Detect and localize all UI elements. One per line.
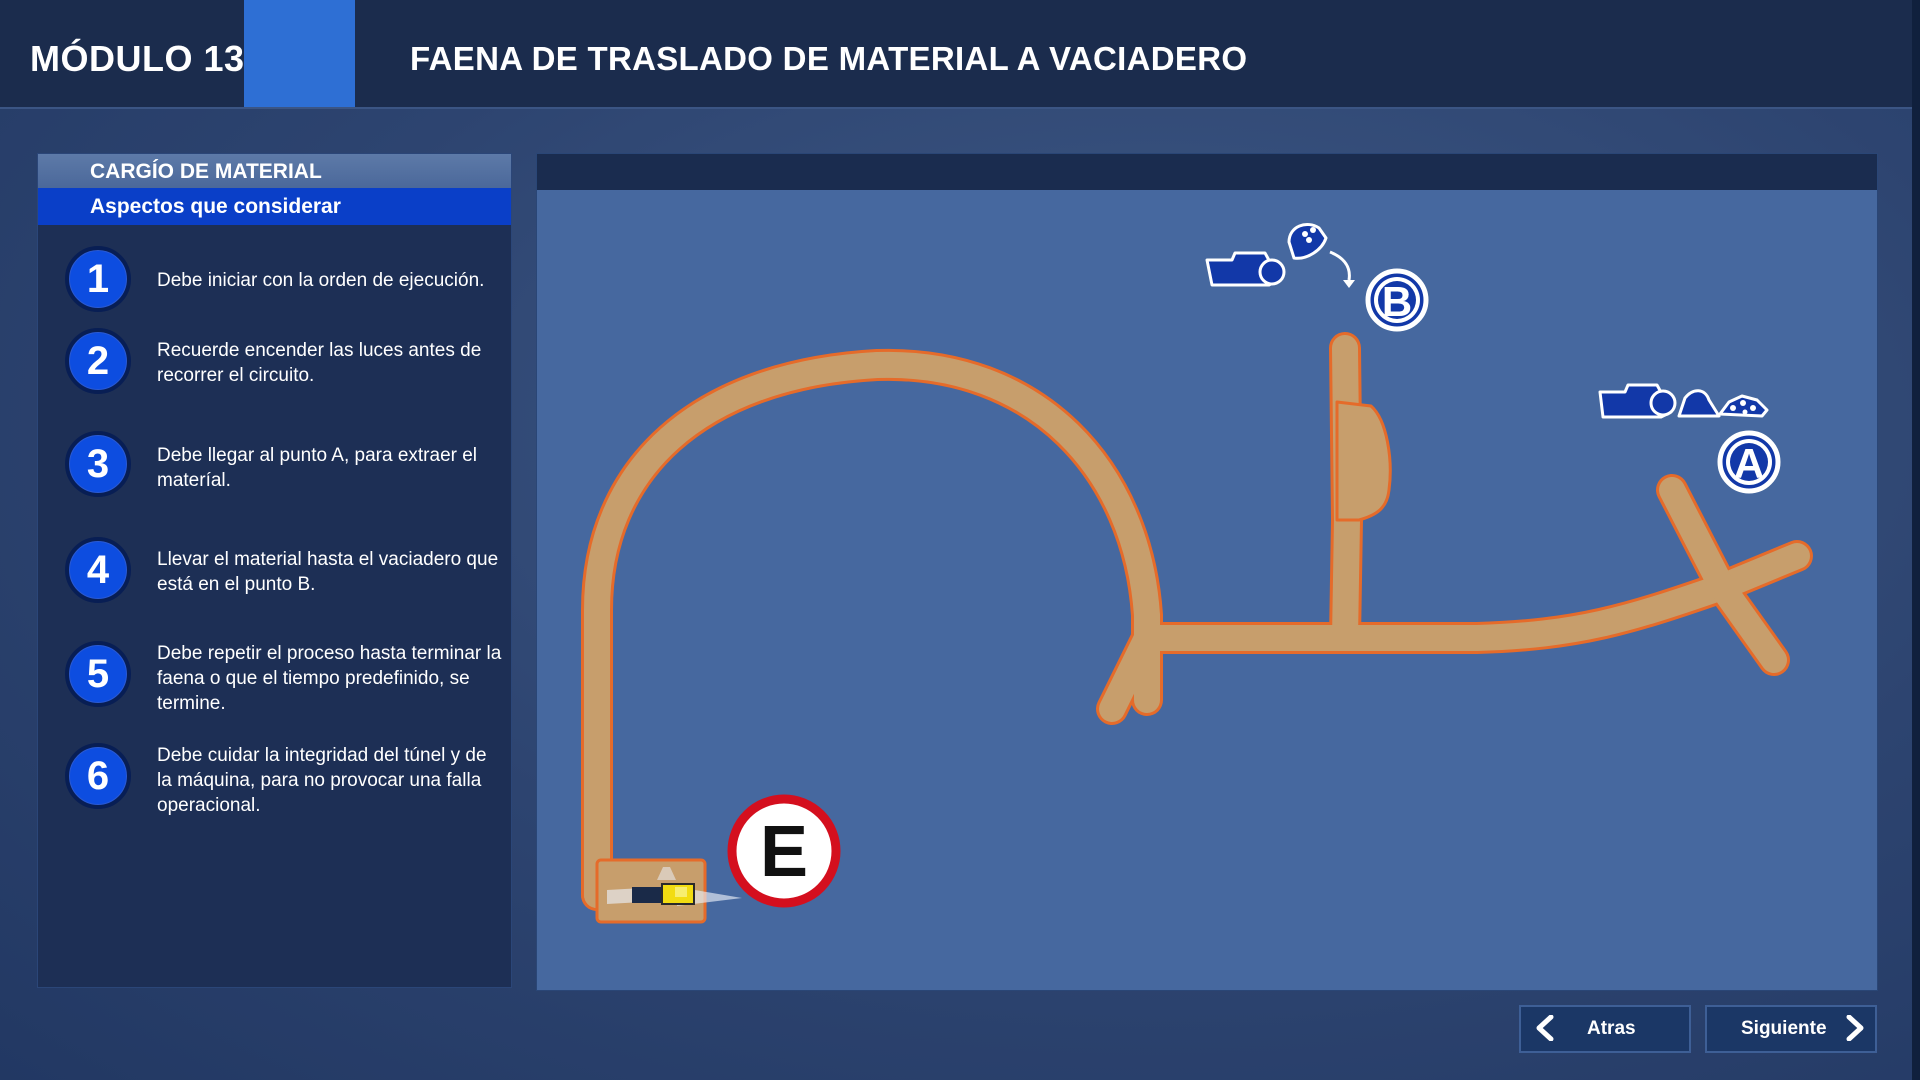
marker-e-label: E xyxy=(760,812,808,892)
back-button-label: Atras xyxy=(1587,1018,1636,1039)
panel-heading: CARGÍO DE MATERIAL xyxy=(38,154,511,188)
step-number-badge: 2 xyxy=(65,328,131,394)
marker-b-label: B xyxy=(1382,278,1412,325)
panel-subheading: Aspectos que considerar xyxy=(38,188,511,225)
step-text: Debe repetir el proceso hasta terminar l… xyxy=(157,643,502,714)
instructions-panel: CARGÍO DE MATERIAL Aspectos que consider… xyxy=(37,153,512,988)
panel-heading-text: CARGÍO DE MATERIAL xyxy=(90,160,322,183)
dump-truck-icon xyxy=(1205,223,1355,288)
panel-subheading-text: Aspectos que considerar xyxy=(90,195,341,218)
header-bar: MÓDULO 13 FAENA DE TRASLADO DE MATERIAL … xyxy=(0,0,1912,109)
chevron-right-icon xyxy=(1846,1015,1864,1041)
start-marker-e: E xyxy=(727,794,841,908)
step-text: Debe cuidar la integridad del túnel y de… xyxy=(157,745,487,816)
circuit-map: E B A xyxy=(581,223,1813,924)
step-text: Llevar el material hasta el vaciadero qu… xyxy=(157,549,499,595)
page-title: FAENA DE TRASLADO DE MATERIAL A VACIADER… xyxy=(410,40,1248,77)
chevron-left-icon xyxy=(1536,1015,1554,1041)
next-button[interactable]: Siguiente xyxy=(1705,1005,1877,1053)
map-header-strip xyxy=(537,154,1877,190)
step-number-badge: 3 xyxy=(65,431,131,497)
next-button-label: Siguiente xyxy=(1741,1018,1827,1039)
module-label: MÓDULO 13 xyxy=(30,38,245,79)
step-number-badge: 4 xyxy=(65,537,131,603)
extraction-marker-a: A xyxy=(1717,430,1781,494)
loader-icon xyxy=(1598,383,1769,419)
step-number-badge: 6 xyxy=(65,743,131,809)
marker-a-label: A xyxy=(1734,440,1764,487)
right-edge-bar xyxy=(1912,0,1920,1080)
step-number-badge: 1 xyxy=(65,246,131,312)
step-text: Debe iniciar con la orden de ejecución. xyxy=(157,270,485,291)
circuit-map-panel: E B A xyxy=(536,153,1878,991)
step-text: Recuerde encender las luces antes de rec… xyxy=(157,340,482,386)
header-accent-block xyxy=(244,0,355,107)
step-number-badge: 5 xyxy=(65,641,131,707)
step-text: Debe llegar al punto A, para extraer el … xyxy=(157,445,478,491)
back-button[interactable]: Atras xyxy=(1519,1005,1691,1053)
dump-marker-b: B xyxy=(1365,268,1429,332)
